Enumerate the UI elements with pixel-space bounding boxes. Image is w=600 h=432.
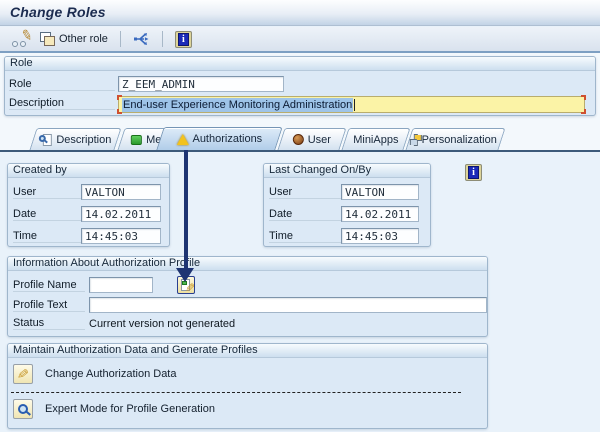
display-change-toggle-icon: ✎ <box>12 31 32 48</box>
maintain-auth-header: Maintain Authorization Data and Generate… <box>8 344 487 358</box>
created-user-label: User <box>13 186 81 199</box>
role-label: Role <box>9 78 115 91</box>
tab-description[interactable]: Description <box>29 128 121 150</box>
status-value: Current version not generated <box>89 318 235 330</box>
dashed-separator <box>11 392 461 393</box>
other-role-label: Other role <box>59 33 108 45</box>
magnifier-document-icon <box>39 134 52 146</box>
info-button[interactable]: i <box>465 164 482 181</box>
annotation-arrow-head <box>176 268 194 282</box>
personalization-grid-icon <box>414 134 418 146</box>
other-role-button[interactable]: Other role <box>36 30 112 48</box>
tab-user[interactable]: User <box>277 128 346 150</box>
tab-authorizations[interactable]: Authorizations <box>156 127 282 150</box>
title-bar: Change Roles <box>0 0 600 26</box>
changed-user-label: User <box>269 186 341 199</box>
tab-miniapps[interactable]: MiniApps <box>341 128 410 150</box>
text-cursor <box>354 99 355 111</box>
display-change-toggle-button[interactable]: ✎ <box>8 29 36 50</box>
description-field[interactable]: End-user Experience Monitoring Administr… <box>118 96 585 113</box>
created-date-field[interactable]: 14.02.2011 <box>81 206 161 222</box>
change-authorization-data-button[interactable]: ✎ <box>13 364 33 384</box>
authorization-profile-header: Information About Authorization Profile <box>8 257 487 271</box>
distribute-button[interactable] <box>129 29 154 49</box>
info-icon: i <box>175 31 192 48</box>
user-sphere-icon <box>293 134 304 145</box>
last-changed-header: Last Changed On/By <box>264 164 430 178</box>
profile-text-label: Profile Text <box>13 299 85 312</box>
magnifier-icon <box>18 404 28 414</box>
authorizations-tab-panel: Created by User VALTON Date 14.02.2011 T… <box>0 152 600 432</box>
profile-name-input[interactable] <box>89 277 153 293</box>
profile-name-label: Profile Name <box>13 279 85 292</box>
created-date-label: Date <box>13 208 81 221</box>
expert-mode-button[interactable] <box>13 399 33 419</box>
other-role-icon <box>40 32 55 46</box>
application-toolbar: ✎ Other role i <box>0 27 600 53</box>
tab-strip: Description Menu Authorizations User Min… <box>0 127 600 150</box>
pencil-icon: ✎ <box>16 365 29 383</box>
changed-time-label: Time <box>269 230 341 243</box>
profile-text-input[interactable] <box>89 297 487 313</box>
sap-change-roles-window: Change Roles ✎ Other role i Ro <box>0 0 600 432</box>
changed-user-field[interactable]: VALTON <box>341 184 419 200</box>
role-value-field[interactable]: Z_EEM_ADMIN <box>118 76 284 92</box>
tab-panel-top-border <box>0 150 600 152</box>
created-by-group-box: Created by User VALTON Date 14.02.2011 T… <box>7 163 170 247</box>
changed-date-label: Date <box>269 208 341 221</box>
annotation-arrow-line <box>184 150 188 270</box>
tab-personalization[interactable]: Personalization <box>405 128 505 150</box>
expert-mode-label: Expert Mode for Profile Generation <box>45 403 215 415</box>
role-header-area: Role Role Z_EEM_ADMIN Description End-us… <box>0 53 600 127</box>
info-button[interactable]: i <box>171 29 196 50</box>
warning-triangle-icon <box>176 134 188 145</box>
role-group-header: Role <box>5 57 595 71</box>
change-authorization-data-label: Change Authorization Data <box>45 368 176 380</box>
page-title: Change Roles <box>10 4 106 20</box>
distribute-icon <box>133 31 150 47</box>
created-user-field[interactable]: VALTON <box>81 184 161 200</box>
changed-date-field[interactable]: 14.02.2011 <box>341 206 419 222</box>
role-group-box: Role Role Z_EEM_ADMIN Description End-us… <box>4 56 596 116</box>
created-time-field[interactable]: 14:45:03 <box>81 228 161 244</box>
toolbar-separator <box>120 31 121 47</box>
description-label: Description <box>9 97 115 110</box>
maintain-auth-group-box: Maintain Authorization Data and Generate… <box>7 343 488 429</box>
status-label: Status <box>13 317 85 330</box>
created-by-header: Created by <box>8 164 169 178</box>
toolbar-separator <box>162 31 163 47</box>
last-changed-group-box: Last Changed On/By User VALTON Date 14.0… <box>263 163 431 247</box>
created-time-label: Time <box>13 230 81 243</box>
authorization-profile-group-box: Information About Authorization Profile … <box>7 256 488 337</box>
description-selected-text: End-user Experience Monitoring Administr… <box>122 98 353 112</box>
changed-time-field[interactable]: 14:45:03 <box>341 228 419 244</box>
green-square-icon <box>131 135 142 145</box>
